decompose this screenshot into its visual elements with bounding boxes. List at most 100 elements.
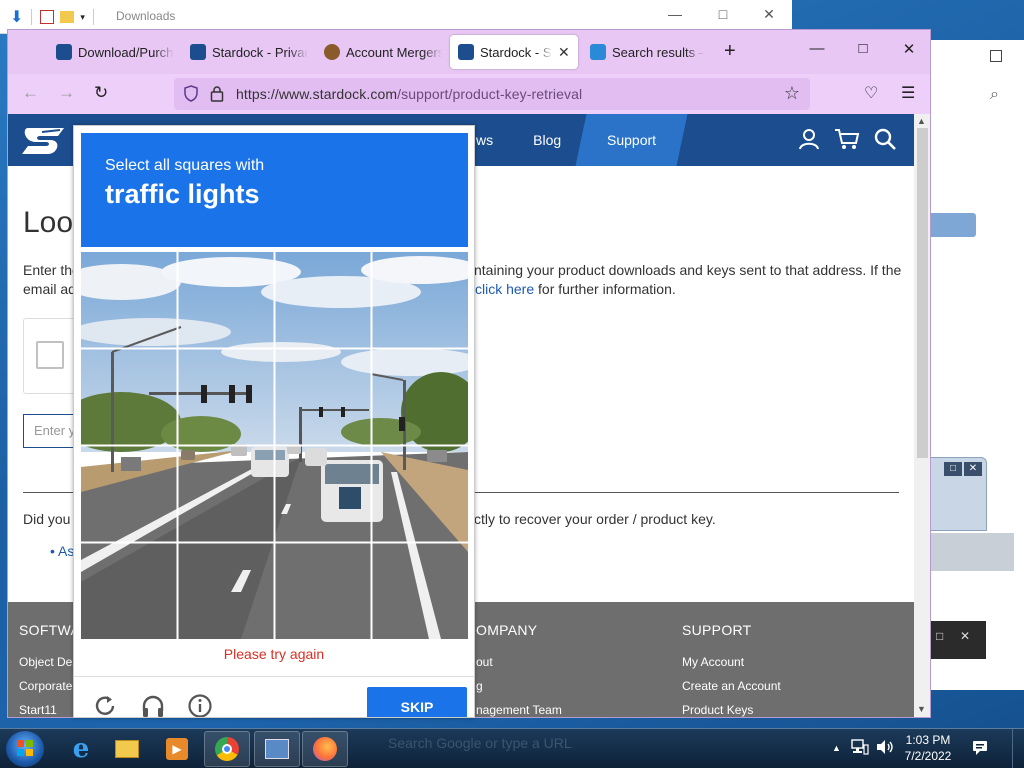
dropdown-button[interactable] bbox=[930, 213, 976, 237]
lock-icon[interactable] bbox=[210, 85, 224, 102]
account-icon[interactable] bbox=[798, 128, 820, 150]
show-desktop-button[interactable] bbox=[1012, 729, 1024, 768]
footer-link[interactable]: My Account bbox=[682, 655, 744, 669]
search-icon[interactable] bbox=[874, 128, 896, 150]
browser-maximize-button[interactable]: □ bbox=[840, 40, 886, 57]
network-icon[interactable] bbox=[851, 739, 869, 755]
grid-tile-3-3[interactable] bbox=[275, 446, 371, 542]
close-tab-icon[interactable]: ✕ bbox=[558, 44, 570, 61]
grid-tile-4-4[interactable] bbox=[372, 543, 468, 639]
nav-blog[interactable]: Blog bbox=[513, 114, 581, 166]
tab-label: Stardock - Privacy bbox=[212, 44, 308, 60]
restore-icon[interactable]: □ bbox=[944, 462, 962, 476]
download-arrow-icon[interactable]: ⬇ bbox=[10, 7, 23, 27]
tab-download-purchase[interactable]: Download/Purchase bbox=[48, 35, 182, 69]
footer-link[interactable]: out bbox=[476, 655, 493, 669]
scroll-thumb[interactable] bbox=[917, 128, 928, 458]
show-hidden-icons[interactable]: ▲ bbox=[832, 743, 841, 753]
url-text: https://www.stardock.com/support/product… bbox=[236, 86, 582, 102]
grid-tile-3-2[interactable] bbox=[178, 446, 274, 542]
browser-minimize-button[interactable]: — bbox=[794, 40, 840, 57]
grid-tile-1-2[interactable] bbox=[178, 252, 274, 348]
explorer-minimize-button[interactable]: — bbox=[652, 6, 698, 22]
grid-tile-2-2[interactable] bbox=[178, 349, 274, 445]
grid-tile-2-4[interactable] bbox=[372, 349, 468, 445]
explorer-close-button[interactable]: ✕ bbox=[746, 6, 792, 23]
stardock-logo-icon[interactable] bbox=[20, 122, 66, 158]
intro-text-left: Enter the bbox=[23, 262, 80, 278]
page-scrollbar[interactable]: ▲ ▼ bbox=[914, 114, 930, 717]
taskbar-ie[interactable]: e bbox=[58, 731, 104, 767]
start-button[interactable] bbox=[6, 731, 44, 767]
recaptcha-challenge: Select all squares with traffic lights P… bbox=[73, 125, 475, 718]
forward-button[interactable]: → bbox=[58, 83, 75, 103]
intro-text-left-2: email ad bbox=[23, 281, 76, 297]
quick-access-dropdown-icon[interactable]: ▾ bbox=[80, 12, 85, 23]
challenge-header: Select all squares with traffic lights bbox=[81, 133, 468, 247]
nav-support[interactable]: Support bbox=[575, 114, 688, 166]
background-window-right: ⌕ bbox=[930, 40, 1024, 690]
tab-stardock-support[interactable]: Stardock - Support ✕ bbox=[450, 35, 578, 69]
action-center-icon[interactable] bbox=[972, 740, 990, 756]
grid-tile-2-1[interactable] bbox=[81, 349, 177, 445]
back-button[interactable]: ← bbox=[22, 83, 39, 103]
search-icon[interactable]: ⌕ bbox=[990, 86, 999, 104]
click-here-link[interactable]: click here bbox=[475, 281, 534, 297]
footer-link[interactable]: Product Keys bbox=[682, 703, 753, 717]
grid-tile-4-3[interactable] bbox=[275, 543, 371, 639]
close-icon[interactable]: ✕ bbox=[960, 629, 970, 643]
tab-stardock-privacy[interactable]: Stardock - Privacy bbox=[182, 35, 316, 69]
footer-link[interactable]: Object Des bbox=[19, 655, 78, 669]
tab-search-results[interactable]: Search results – Avast bbox=[582, 35, 712, 69]
volume-icon[interactable] bbox=[875, 739, 895, 755]
skip-button[interactable]: SKIP bbox=[367, 687, 467, 717]
grid-tile-1-4[interactable] bbox=[372, 252, 468, 348]
grid-tile-1-1[interactable] bbox=[81, 252, 177, 348]
taskbar-media-player[interactable]: ▶ bbox=[154, 731, 200, 767]
grid-tile-4-2[interactable] bbox=[178, 543, 274, 639]
taskbar-app[interactable] bbox=[254, 731, 300, 767]
grid-tile-3-4[interactable] bbox=[372, 446, 468, 542]
cart-icon[interactable] bbox=[834, 128, 860, 150]
tab-account-mergers[interactable]: Account Mergers bbox=[316, 35, 450, 69]
grid-tile-1-3[interactable] bbox=[275, 252, 371, 348]
bookmark-star-icon[interactable]: ☆ bbox=[784, 83, 800, 104]
close-icon[interactable]: ✕ bbox=[964, 462, 982, 476]
media-player-icon: ▶ bbox=[166, 738, 188, 760]
properties-icon[interactable] bbox=[40, 10, 55, 24]
nav-bar: ← → ↻ https://www.stardock.com/support/p… bbox=[8, 74, 930, 114]
new-tab-button[interactable]: + bbox=[724, 40, 736, 63]
footer-link[interactable]: g bbox=[476, 679, 483, 693]
recaptcha-checkbox[interactable] bbox=[36, 341, 64, 369]
tab-label: Account Mergers bbox=[346, 44, 442, 60]
pocket-icon[interactable]: ♡ bbox=[864, 83, 878, 103]
footer-link[interactable]: Start11 bbox=[19, 703, 57, 717]
scroll-down-icon[interactable]: ▼ bbox=[917, 704, 926, 714]
grid-tile-2-3[interactable] bbox=[275, 349, 371, 445]
system-clock[interactable]: 1:03 PM 7/2/2022 bbox=[904, 732, 952, 764]
taskbar-explorer[interactable] bbox=[104, 731, 150, 767]
grid-tile-4-1[interactable] bbox=[81, 543, 177, 639]
menu-icon[interactable]: ☰ bbox=[901, 83, 915, 103]
browser-close-button[interactable]: ✕ bbox=[886, 40, 930, 58]
info-icon[interactable] bbox=[187, 693, 213, 718]
footer-link[interactable]: Create an Account bbox=[682, 679, 781, 693]
clock-date: 7/2/2022 bbox=[904, 749, 952, 763]
folder-icon bbox=[115, 740, 139, 758]
restore-icon[interactable]: □ bbox=[936, 629, 943, 643]
reload-button[interactable]: ↻ bbox=[94, 83, 108, 103]
audio-challenge-icon[interactable] bbox=[140, 693, 166, 718]
footer-link[interactable]: nagement Team bbox=[476, 703, 562, 717]
scroll-up-icon[interactable]: ▲ bbox=[917, 116, 926, 126]
reload-challenge-icon[interactable] bbox=[92, 693, 118, 718]
grid-tile-3-1[interactable] bbox=[81, 446, 177, 542]
explorer-maximize-button[interactable]: □ bbox=[700, 6, 746, 22]
maximize-icon[interactable] bbox=[990, 50, 1002, 62]
bullet-link[interactable]: • As bbox=[50, 543, 74, 559]
taskbar-chrome[interactable] bbox=[204, 731, 250, 767]
url-bar[interactable]: https://www.stardock.com/support/product… bbox=[174, 78, 810, 110]
tracking-shield-icon[interactable] bbox=[184, 85, 198, 102]
new-folder-icon[interactable] bbox=[60, 11, 75, 23]
footer-link[interactable]: Corporate bbox=[19, 679, 72, 693]
taskbar-firefox[interactable] bbox=[302, 731, 348, 767]
